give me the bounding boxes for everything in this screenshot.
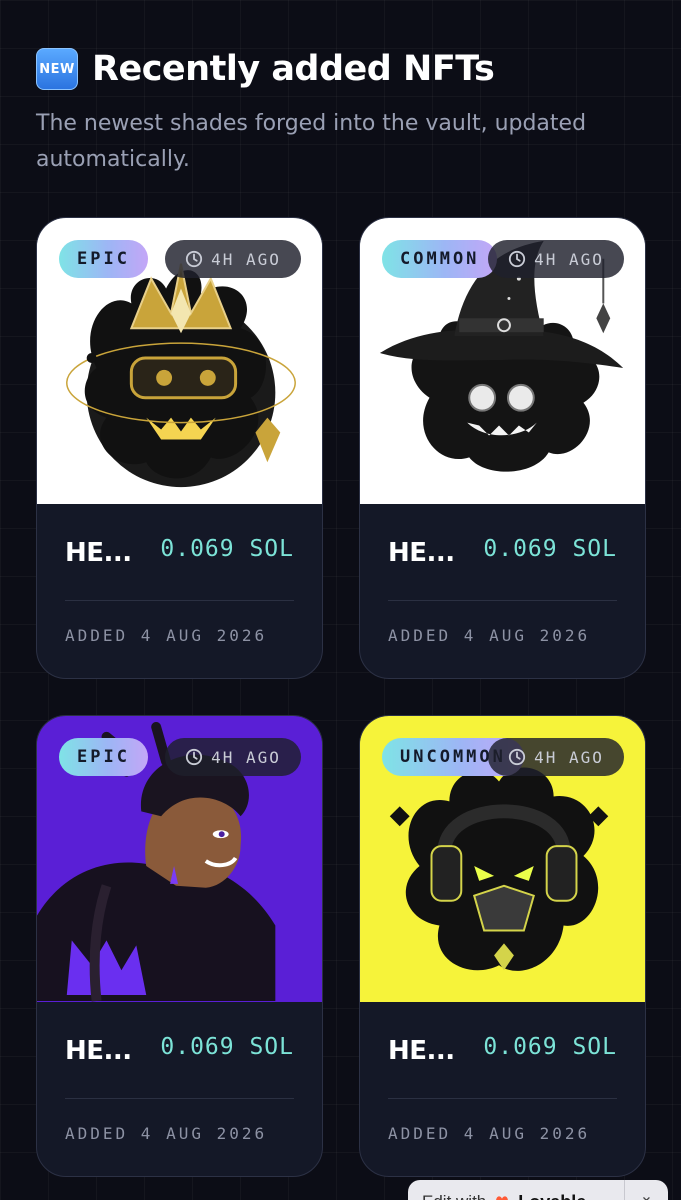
nft-price: 0.069 SOL bbox=[483, 1034, 617, 1060]
divider bbox=[388, 600, 617, 601]
nft-card[interactable]: COMMON 4H AGO HE... 0.069 SOL ADDED 4 AU… bbox=[359, 217, 646, 679]
time-badge: 4H AGO bbox=[488, 738, 624, 776]
title-row: NEW Recently added NFTs bbox=[36, 48, 656, 90]
section-title: Recently added NFTs bbox=[92, 49, 495, 89]
nft-name: HE... bbox=[388, 538, 455, 568]
clock-icon bbox=[508, 250, 526, 268]
time-badge: 4H AGO bbox=[165, 240, 301, 278]
nft-price: 0.069 SOL bbox=[160, 1034, 294, 1060]
divider bbox=[65, 600, 294, 601]
nft-price: 0.069 SOL bbox=[160, 536, 294, 562]
nft-added-date: ADDED 4 AUG 2026 bbox=[388, 626, 591, 645]
nft-added-date: ADDED 4 AUG 2026 bbox=[65, 1124, 268, 1143]
nft-price: 0.069 SOL bbox=[483, 536, 617, 562]
time-label: 4H AGO bbox=[211, 249, 281, 269]
nft-added-date: ADDED 4 AUG 2026 bbox=[65, 626, 268, 645]
divider bbox=[388, 1098, 617, 1099]
clock-icon bbox=[185, 748, 203, 766]
rarity-badge: COMMON bbox=[382, 240, 498, 278]
section-subtitle: The newest shades forged into the vault,… bbox=[36, 111, 587, 172]
section-header: NEW Recently added NFTs The newest shade… bbox=[36, 48, 656, 178]
divider bbox=[65, 1098, 294, 1099]
chevron-down-icon[interactable]: ⌄ bbox=[624, 1180, 668, 1200]
new-badge-icon: NEW bbox=[36, 48, 78, 90]
nft-card[interactable]: EPIC 4H AGO HE... 0.069 SOL ADDED 4 AUG … bbox=[36, 217, 323, 679]
clock-icon bbox=[185, 250, 203, 268]
time-badge: 4H AGO bbox=[488, 240, 624, 278]
nft-name: HE... bbox=[65, 538, 132, 568]
nft-added-date: ADDED 4 AUG 2026 bbox=[388, 1124, 591, 1143]
nft-card[interactable]: EPIC 4H AGO HE... 0.069 SOL ADDED 4 AUG … bbox=[36, 715, 323, 1177]
nft-name: HE... bbox=[65, 1036, 132, 1066]
time-label: 4H AGO bbox=[534, 747, 604, 767]
edit-with-label: Edit with bbox=[422, 1192, 486, 1200]
time-label: 4H AGO bbox=[211, 747, 281, 767]
rarity-badge: EPIC bbox=[59, 240, 148, 278]
time-badge: 4H AGO bbox=[165, 738, 301, 776]
nft-name: HE... bbox=[388, 1036, 455, 1066]
nft-card[interactable]: UNCOMMON 4H AGO HE... 0.069 SOL ADDED 4 … bbox=[359, 715, 646, 1177]
lovable-logo-icon bbox=[496, 1196, 509, 1200]
rarity-badge: EPIC bbox=[59, 738, 148, 776]
clock-icon bbox=[508, 748, 526, 766]
lovable-brand: Lovable bbox=[518, 1192, 586, 1200]
time-label: 4H AGO bbox=[534, 249, 604, 269]
edit-with-lovable-button[interactable]: Edit with Lovable ⌄ bbox=[408, 1180, 668, 1200]
